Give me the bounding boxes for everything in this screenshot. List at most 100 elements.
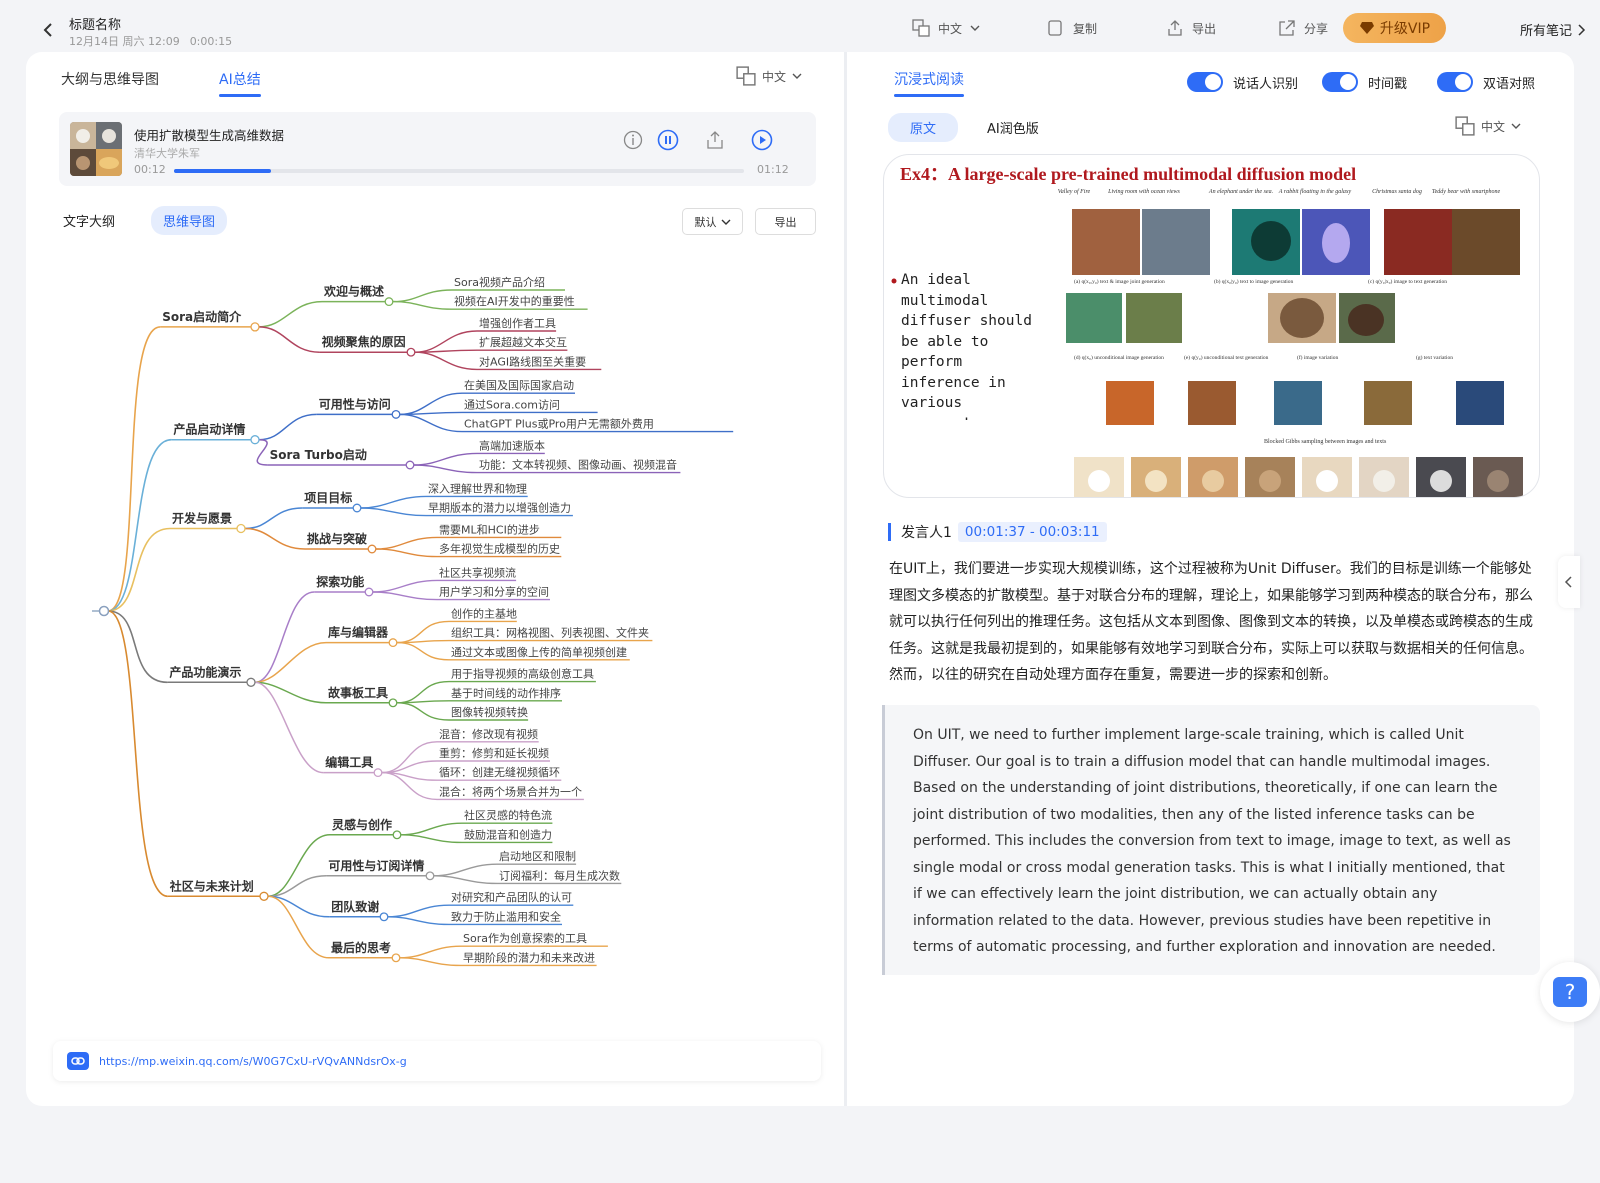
mindmap-leaf[interactable]: 启动地区和限制 — [499, 850, 576, 863]
mindmap-node[interactable] — [406, 347, 416, 357]
mindmap-branch[interactable]: Sora启动简介 — [162, 309, 242, 324]
mindmap-subtopic[interactable]: 项目目标 — [304, 490, 352, 505]
mindmap-node[interactable] — [373, 768, 383, 778]
mindmap-leaf-edge — [396, 620, 450, 644]
mindmap-subtopic[interactable]: 灵感与创作 — [332, 817, 392, 832]
mindmap-node[interactable] — [425, 871, 435, 881]
mindmap-node[interactable] — [259, 891, 269, 901]
mindmap-branch[interactable]: 产品功能演示 — [169, 664, 241, 679]
mindmap-leaf[interactable]: 基于时间线的动作排序 — [451, 686, 561, 700]
speaker-timestamp[interactable]: 00:01:37 - 00:03:11 — [957, 522, 1107, 542]
mindmap-leaf[interactable]: 视频在AI开发中的重要性 — [454, 294, 575, 308]
tab-immersive-reading[interactable]: 沉浸式阅读 — [894, 69, 964, 97]
upgrade-vip-button[interactable]: 升级VIP — [1343, 13, 1446, 43]
mindmap-subtopic[interactable]: 团队致谢 — [331, 899, 379, 914]
mindmap-node[interactable] — [391, 953, 401, 963]
mindmap-node[interactable] — [250, 435, 260, 445]
mindmap-leaf[interactable]: 致力于防止滥用和安全 — [451, 909, 561, 923]
mindmap-leaf[interactable]: 鼓励混音和创造力 — [464, 827, 552, 841]
mindmap-node[interactable] — [246, 677, 256, 687]
slide-row-label: (f) image variation — [1297, 354, 1338, 361]
mindmap-subtopic[interactable]: 最后的思考 — [331, 940, 391, 955]
toggle-timestamp[interactable]: 时间戳 — [1322, 72, 1407, 92]
mindmap-leaf[interactable]: 增强创作者工具 — [479, 316, 556, 330]
mindmap-node[interactable] — [236, 523, 246, 534]
mindmap-leaf[interactable]: 需要ML和HCI的进步 — [439, 522, 540, 536]
mindmap-branch[interactable]: 社区与未来计划 — [169, 878, 254, 893]
mindmap-leaf[interactable]: 社区灵感的特色流 — [464, 808, 552, 822]
mindmap-branch[interactable]: 开发与愿景 — [172, 511, 232, 526]
mindmap-node[interactable] — [388, 698, 398, 708]
mindmap-node[interactable] — [392, 830, 402, 840]
mindmap-node[interactable] — [391, 409, 401, 419]
mindmap-leaf[interactable]: 功能：文本转视频、图像动画、视频混音 — [479, 458, 677, 472]
slide-caption: Teddy bear with smartphone — [1432, 189, 1501, 195]
mindmap-node[interactable] — [379, 912, 389, 922]
toggle-bilingual[interactable]: 双语对照 — [1437, 72, 1535, 92]
source-link[interactable]: https://mp.weixin.qq.com/s/W0G7CxU-rVQvA… — [53, 1041, 821, 1081]
mindmap-leaf[interactable]: 扩展超越文本交互 — [479, 335, 567, 349]
mindmap-leaf[interactable]: 通过文本或图像上传的简单视频创建 — [451, 645, 627, 659]
mindmap-leaf[interactable]: 订阅福利：每月生成次数 — [499, 868, 620, 882]
mindmap-subtopic[interactable]: 视频聚焦的原因 — [322, 334, 406, 349]
mindmap-leaf[interactable]: 重剪：修剪和延长视频 — [439, 746, 549, 760]
toggle-speaker-recognition[interactable]: 说话人识别 — [1187, 72, 1298, 92]
mindmap-subtopic[interactable]: 故事板工具 — [328, 685, 388, 700]
mindmap-node[interactable] — [352, 503, 362, 513]
mindmap-node[interactable] — [388, 638, 398, 648]
mindmap-node[interactable] — [384, 297, 394, 307]
mindmap-leaf[interactable]: 在美国及国际国家启动 — [464, 378, 574, 392]
mindmap-leaf[interactable]: 组织工具：网格视图、列表视图、文件夹 — [451, 626, 649, 640]
mindmap-subtopic[interactable]: 探索功能 — [316, 574, 364, 589]
mindmap-subtopic[interactable]: 库与编辑器 — [328, 625, 389, 640]
speaker-name: 发言人1 — [901, 525, 952, 541]
mindmap-leaf[interactable]: 对AGI路线图至关重要 — [479, 354, 586, 368]
mindmap-leaf[interactable]: 循环：创建无缝视频循环 — [439, 765, 560, 779]
toggle-switch[interactable] — [1437, 72, 1473, 92]
mindmap-node[interactable] — [250, 322, 260, 332]
copy-button[interactable]: 复制 — [1047, 18, 1097, 38]
mindmap-leaf[interactable]: 早期阶段的潜力和未来改进 — [463, 950, 595, 964]
mindmap-leaf[interactable]: Sora作为创意探索的工具 — [463, 931, 587, 945]
mindmap-leaf[interactable]: 用户学习和分享的空间 — [439, 585, 549, 599]
all-notes-link[interactable]: 所有笔记 — [1520, 20, 1586, 39]
mindmap-node[interactable] — [405, 460, 415, 470]
mindmap-subtopic[interactable]: 可用性与订阅详情 — [328, 858, 424, 873]
mindmap-leaf[interactable]: 用于指导视频的高级创意工具 — [451, 667, 594, 681]
source-link-url: https://mp.weixin.qq.com/s/W0G7CxU-rVQvA… — [99, 1054, 407, 1068]
share-button[interactable]: 分享 — [1278, 18, 1328, 38]
toggle-switch[interactable] — [1187, 72, 1223, 92]
translate-button[interactable]: 中文 — [912, 18, 980, 38]
mindmap-subtopic[interactable]: Sora Turbo启动 — [270, 447, 367, 462]
mindmap-leaf[interactable]: 混合：将两个场景合并为一个 — [439, 784, 582, 798]
collapse-panel-button[interactable] — [1558, 556, 1580, 608]
mindmap-leaf[interactable]: 混音：修改现有视频 — [439, 727, 538, 741]
sub-tab-ai-polished[interactable]: AI润色版 — [987, 118, 1039, 137]
mindmap-leaf[interactable]: 深入理解世界和物理 — [428, 481, 527, 495]
mindmap-leaf[interactable]: 通过Sora.com访问 — [464, 398, 560, 411]
mindmap-branch[interactable]: 产品启动详情 — [173, 422, 245, 437]
transcript-language-select[interactable]: 中文 — [1455, 116, 1521, 136]
help-icon: ? — [1553, 977, 1587, 1007]
export-button[interactable]: 导出 — [1166, 18, 1216, 38]
mindmap-node[interactable] — [364, 587, 374, 597]
mindmap-leaf[interactable]: Sora视频产品介绍 — [454, 275, 545, 289]
mindmap-leaf[interactable]: 图像转视频转换 — [451, 705, 528, 719]
mindmap-subtopic[interactable]: 挑战与突破 — [307, 531, 367, 546]
mindmap-leaf[interactable]: 高端加速版本 — [479, 438, 545, 452]
mindmap-subtopic[interactable]: 欢迎与概述 — [323, 284, 384, 299]
sub-tab-original[interactable]: 原文 — [888, 113, 959, 142]
mindmap-subtopic[interactable]: 编辑工具 — [324, 755, 373, 770]
mindmap-leaf[interactable]: 早期版本的潜力以增强创造力 — [428, 501, 571, 515]
mindmap-subtopic[interactable]: 可用性与访问 — [319, 396, 391, 411]
mindmap-leaf[interactable]: 创作的主基地 — [451, 606, 517, 620]
help-button[interactable]: ? — [1540, 962, 1600, 1022]
mindmap-node[interactable] — [367, 544, 377, 554]
mindmap-leaf[interactable]: 多年视觉生成模型的历史 — [439, 542, 560, 556]
mindmap-root-node[interactable] — [98, 605, 110, 617]
mindmap-leaf[interactable]: 对研究和产品团队的认可 — [451, 890, 572, 904]
mindmap-leaf[interactable]: 社区共享视频流 — [439, 565, 516, 579]
toggle-switch[interactable] — [1322, 72, 1358, 92]
mindmap-leaf[interactable]: ChatGPT Plus或Pro用户无需额外费用 — [464, 417, 654, 431]
mindmap-canvas[interactable]: 欢迎与概述 Sora视频产品介绍视频在AI开发中的重要性视频聚焦的原因 增强创作者工… — [0, 0, 845, 1000]
